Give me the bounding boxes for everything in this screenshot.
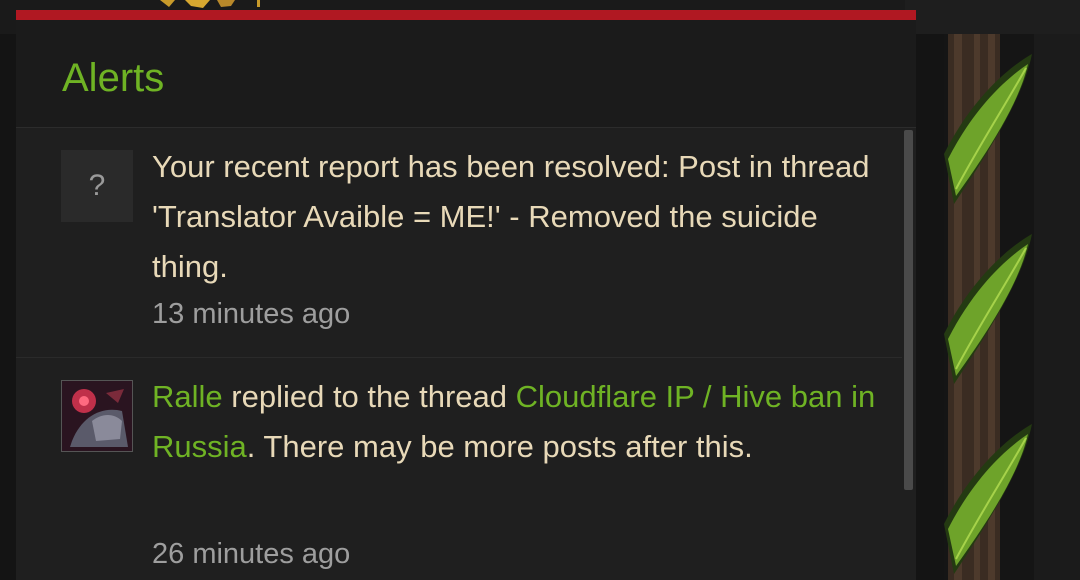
forum-page: Alerts ? Your recent report has been res… <box>0 0 1080 580</box>
vine-decoration-image <box>944 34 1034 580</box>
alerts-list: ? Your recent report has been resolved: … <box>16 128 902 580</box>
alert-time: 26 minutes ago <box>152 538 351 570</box>
alert-message[interactable]: Your recent report has been resolved: Po… <box>152 142 882 292</box>
alert-action-text: replied to the thread <box>222 379 516 414</box>
alerts-header: Alerts <box>16 20 916 128</box>
scrollbar-thumb[interactable] <box>904 130 913 490</box>
alert-suffix-text: . There may be more posts after this. <box>246 429 753 464</box>
alert-message: Ralle replied to the thread Cloudflare I… <box>152 372 882 472</box>
question-mark-icon: ? <box>61 150 133 222</box>
alert-item[interactable]: ? Your recent report has been resolved: … <box>16 128 902 358</box>
alert-item[interactable]: Ralle replied to the thread Cloudflare I… <box>16 358 902 580</box>
alerts-title[interactable]: Alerts <box>62 54 164 102</box>
user-link[interactable]: Ralle <box>152 379 223 414</box>
alert-time: 13 minutes ago <box>152 298 351 330</box>
alerts-scrollbar[interactable] <box>902 130 916 490</box>
alerts-popup: Alerts ? Your recent report has been res… <box>16 10 916 580</box>
site-logo-fragment[interactable] <box>155 0 265 8</box>
user-avatar[interactable] <box>61 380 133 452</box>
top-bar-user-area[interactable] <box>905 0 1080 34</box>
background-sidebar <box>1034 34 1080 580</box>
